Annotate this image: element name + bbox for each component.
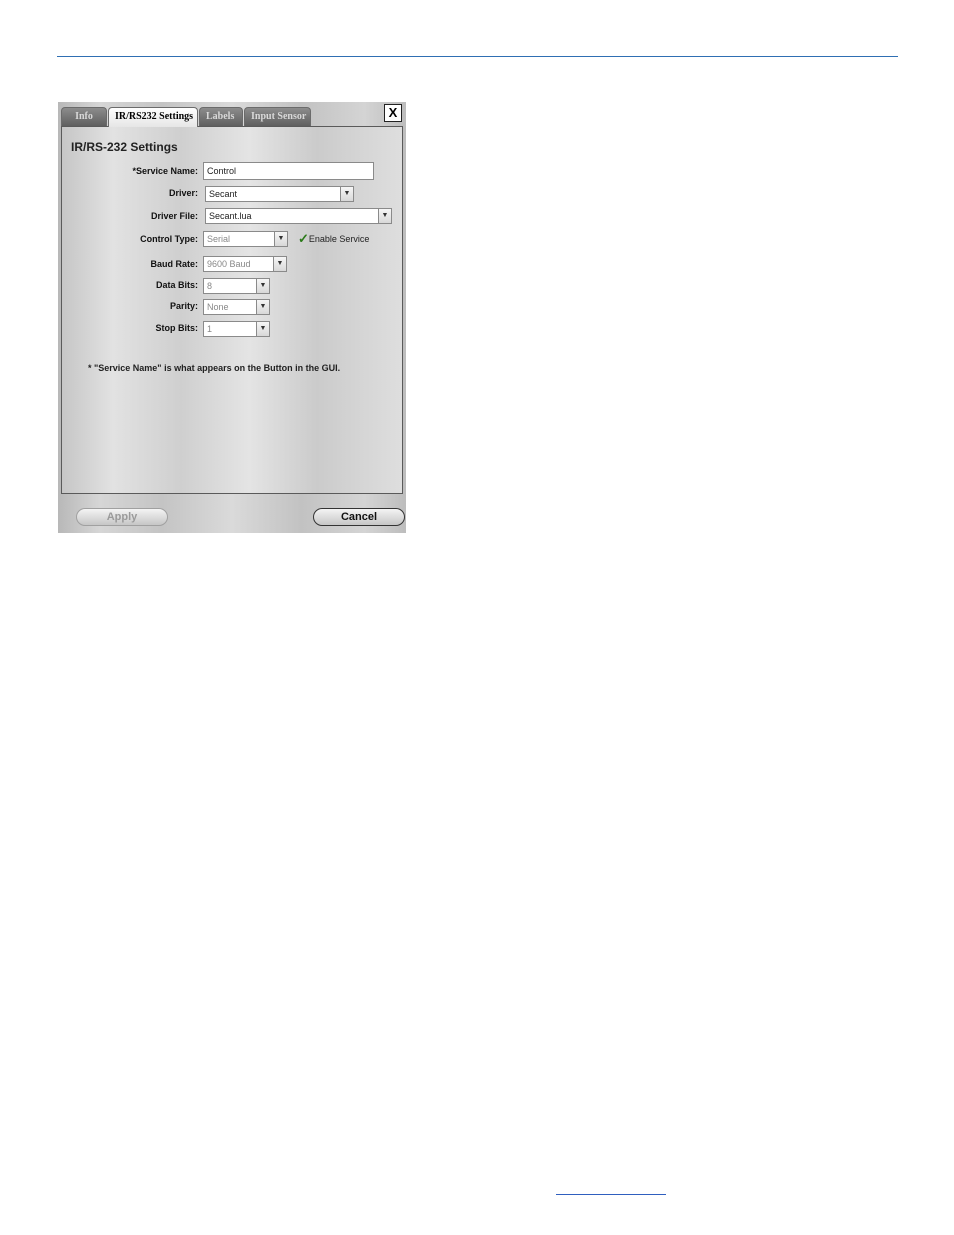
- chevron-down-icon[interactable]: ▼: [273, 256, 287, 272]
- chevron-down-icon[interactable]: ▼: [274, 231, 288, 247]
- driver-file-label: Driver File:: [150, 211, 198, 221]
- control-type-label: Control Type:: [140, 234, 198, 244]
- service-name-note: * "Service Name" is what appears on the …: [88, 363, 341, 373]
- tab-bar: Info IR/RS232 Settings Labels Input Sens…: [61, 107, 312, 127]
- header-rule: [57, 56, 898, 57]
- control-type-select[interactable]: Serial ▼: [203, 231, 288, 247]
- parity-label: Parity:: [169, 301, 198, 311]
- chevron-down-icon[interactable]: ▼: [256, 321, 270, 337]
- data-bits-select[interactable]: 8 ▼: [203, 278, 270, 294]
- driver-value: Secant: [209, 189, 238, 199]
- driver-file-value: Secant.lua: [209, 211, 252, 221]
- footer-link-underline[interactable]: [556, 1194, 666, 1195]
- chevron-down-icon[interactable]: ▼: [256, 278, 270, 294]
- checkmark-icon: ✓: [298, 231, 309, 246]
- tab-info[interactable]: Info: [61, 107, 107, 126]
- tab-ir-rs232-settings[interactable]: IR/RS232 Settings: [108, 107, 198, 127]
- service-name-input[interactable]: Control: [203, 162, 374, 180]
- parity-value: None: [207, 302, 229, 312]
- data-bits-value: 8: [207, 281, 213, 291]
- service-name-label: *Service Name:: [132, 166, 198, 176]
- data-bits-label: Data Bits:: [155, 280, 198, 290]
- baud-rate-value: 9600 Baud: [207, 259, 251, 269]
- settings-panel: IR/RS-232 Settings *Service Name: Contro…: [61, 126, 403, 494]
- driver-file-select[interactable]: Secant.lua ▼: [205, 208, 392, 224]
- parity-select[interactable]: None ▼: [203, 299, 270, 315]
- enable-service-label: Enable Service: [308, 234, 370, 244]
- close-button[interactable]: X: [384, 104, 402, 122]
- baud-rate-label: Baud Rate:: [150, 259, 198, 269]
- baud-rate-select[interactable]: 9600 Baud ▼: [203, 256, 287, 272]
- driver-select[interactable]: Secant ▼: [205, 186, 354, 202]
- chevron-down-icon[interactable]: ▼: [378, 208, 392, 224]
- panel-title: IR/RS-232 Settings: [71, 140, 178, 154]
- driver-label: Driver:: [168, 188, 198, 198]
- apply-button[interactable]: Apply: [76, 508, 168, 526]
- chevron-down-icon[interactable]: ▼: [256, 299, 270, 315]
- enable-service-checkbox[interactable]: ✓Enable Service: [298, 231, 369, 247]
- ir-rs232-settings-dialog: Info IR/RS232 Settings Labels Input Sens…: [58, 102, 406, 533]
- tab-input-sensor[interactable]: Input Sensor: [244, 107, 311, 126]
- cancel-button[interactable]: Cancel: [313, 508, 405, 526]
- stop-bits-select[interactable]: 1 ▼: [203, 321, 270, 337]
- stop-bits-value: 1: [207, 324, 213, 334]
- control-type-value: Serial: [207, 234, 231, 244]
- chevron-down-icon[interactable]: ▼: [340, 186, 354, 202]
- tab-labels[interactable]: Labels: [199, 107, 243, 126]
- stop-bits-label: Stop Bits:: [155, 323, 199, 333]
